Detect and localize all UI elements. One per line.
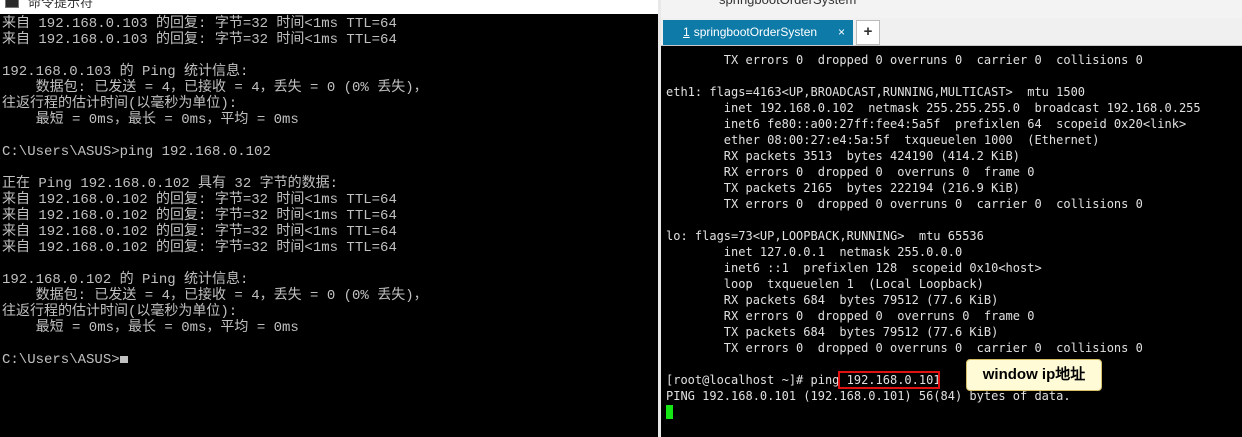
terminal-line: lo: flags=73<UP,LOOPBACK,RUNNING> mtu 65… [666,229,984,243]
cmd-line: 来自 192.168.0.102 的回复: 字节=32 时间<1ms TTL=6… [2,224,397,240]
terminal-line: RX errors 0 dropped 0 overruns 0 frame 0 [666,165,1035,179]
cmd-line [2,128,428,144]
cmd-line: 来自 192.168.0.103 的回复: 字节=32 时间<1ms TTL=6… [2,16,397,32]
cmd-output[interactable]: 来自 192.168.0.103 的回复: 字节=32 时间<1ms TTL=6… [2,16,428,368]
ip-highlight-box [838,371,940,389]
close-icon[interactable]: × [838,20,845,45]
annotation-callout: window ip地址 [966,359,1102,391]
cmd-title-bar[interactable]: 命令提示符 [0,0,658,14]
cmd-line: C:\Users\ASUS>ping 192.168.0.102 [2,144,271,160]
terminal-cursor [666,405,673,419]
cmd-line [2,256,428,272]
cmd-line: 正在 Ping 192.168.0.102 具有 32 字节的数据: [2,176,339,192]
terminal-line: eth1: flags=4163<UP,BROADCAST,RUNNING,MU… [666,85,1086,99]
terminal-line: RX packets 3513 bytes 424190 (414.2 KiB) [666,149,1021,163]
cmd-line: 数据包: 已发送 = 4，已接收 = 4，丢失 = 0 (0% 丢失)， [2,80,428,96]
terminal-line: TX errors 0 dropped 0 overruns 0 carrier… [666,341,1143,355]
cmd-line: 往返行程的估计时间(以毫秒为单位): [2,304,238,320]
cmd-line [2,336,428,352]
terminal-line: loop txqueuelen 1 (Local Loopback) [666,277,984,291]
cmd-line: 192.168.0.102 的 Ping 统计信息: [2,272,249,288]
terminal-line: TX packets 684 bytes 79512 (77.6 KiB) [666,325,999,339]
cmd-app-icon [5,0,19,8]
cmd-line: 最短 = 0ms，最长 = 0ms，平均 = 0ms [2,112,299,128]
terminal-line: TX packets 2165 bytes 222194 (216.9 KiB) [666,181,1021,195]
cmd-cursor [119,356,128,363]
terminal-line: inet 192.168.0.102 netmask 255.255.255.0… [666,101,1201,115]
cmd-line: 192.168.0.103 的 Ping 统计信息: [2,64,249,80]
cmd-line: 最短 = 0ms，最长 = 0ms，平均 = 0ms [2,320,299,336]
terminal-line: TX errors 0 dropped 0 overruns 0 carrier… [666,197,1143,211]
terminal-line: inet6 ::1 prefixlen 128 scopeid 0x10<hos… [666,261,1042,275]
cmd-line: 往返行程的估计时间(以毫秒为单位): [2,96,238,112]
terminal-line: ether 08:00:27:e4:5a:5f txqueuelen 1000 … [666,133,1100,147]
terminal-line: inet6 fe80::a00:27ff:fee4:5a5f prefixlen… [666,117,1187,131]
cmd-prompt-line[interactable]: C:\Users\ASUS> [2,352,428,368]
cmd-line [2,160,428,176]
terminal-tab-bar: 1 springbootOrderSysten × + [661,18,1242,46]
terminal-line: RX packets 684 bytes 79512 (77.6 KiB) [666,293,999,307]
cmd-window[interactable]: 命令提示符 来自 192.168.0.103 的回复: 字节=32 时间<1ms… [0,0,658,437]
terminal-line: PING 192.168.0.101 (192.168.0.101) 56(84… [666,389,1071,403]
terminal-line: TX errors 0 dropped 0 overruns 0 carrier… [666,53,1143,67]
ssh-terminal-window[interactable]: springbootOrderSystem 1springbootOrderSy… [661,0,1242,437]
cmd-line [2,48,428,64]
session-tab-number: 1 [683,25,690,39]
terminal-line: inet 127.0.0.1 netmask 255.0.0.0 [666,245,963,259]
cmd-line: 来自 192.168.0.102 的回复: 字节=32 时间<1ms TTL=6… [2,208,397,224]
cmd-prompt: C:\Users\ASUS> [2,352,120,368]
cmd-line: 来自 192.168.0.102 的回复: 字节=32 时间<1ms TTL=6… [2,240,397,256]
terminal-output[interactable]: TX errors 0 dropped 0 overruns 0 carrier… [666,52,1201,404]
cmd-line: 来自 192.168.0.103 的回复: 字节=32 时间<1ms TTL=6… [2,32,397,48]
cmd-window-title: 命令提示符 [28,0,94,10]
cmd-line: 数据包: 已发送 = 4，已接收 = 4，丢失 = 0 (0% 丢失)， [2,288,428,304]
terminal-window-title: springbootOrderSystem [719,0,856,7]
cmd-line: 来自 192.168.0.102 的回复: 字节=32 时间<1ms TTL=6… [2,192,397,208]
add-tab-button[interactable]: + [856,20,880,45]
session-tab-label: springbootOrderSysten [693,25,818,39]
terminal-title-bar[interactable]: springbootOrderSystem [661,0,1242,18]
terminal-line: RX errors 0 dropped 0 overruns 0 frame 0 [666,309,1035,323]
session-tab[interactable]: 1 springbootOrderSysten × [663,20,853,45]
